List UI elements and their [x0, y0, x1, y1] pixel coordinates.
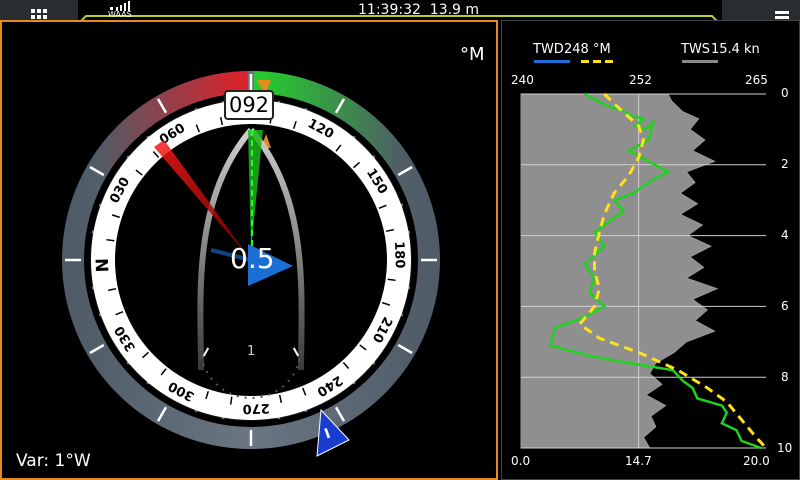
heading-readout: 092	[228, 93, 270, 117]
wind-history-chart[interactable]: TWD 248 °M TWS 15.4 kn 240 252 265 0 2 4…	[501, 20, 800, 480]
card-label: 180	[391, 241, 407, 269]
chart-legend: TWD 248 °M TWS 15.4 kn	[501, 20, 800, 70]
heading-box[interactable]: 092	[224, 90, 274, 120]
gps-label: WAAS	[108, 10, 132, 19]
legend-tws-value: 15.4	[711, 42, 740, 57]
clock: 11:39:32	[358, 2, 421, 18]
tws-axis-min: 0.0	[511, 454, 531, 468]
gps-status: WAAS	[108, 1, 138, 19]
tws-axis-mid: 14.7	[625, 454, 652, 468]
legend-twd-swatch	[534, 60, 570, 63]
time-tick-10: 10	[777, 441, 793, 455]
legend-tws-swatch	[682, 60, 718, 63]
time-tick-4: 4	[781, 228, 789, 242]
legend-twd-unit: °M	[593, 42, 611, 57]
depth-readout: 13.9 m	[429, 2, 480, 18]
tws-axis-max: 20.0	[743, 454, 770, 468]
twd-axis-min: 240	[511, 73, 534, 87]
legend-avg-swatch	[581, 60, 613, 63]
twd-axis-max: 265	[745, 73, 768, 87]
legend-tws-label: TWS	[681, 42, 711, 57]
laylines-scale-label: 1	[247, 344, 256, 359]
time-tick-2: 2	[781, 157, 789, 171]
card-label: N	[93, 258, 113, 273]
status-readout: 11:39:32 13.9 m	[358, 2, 479, 18]
heading-unit: °M	[460, 44, 485, 65]
time-tick-6: 6	[781, 299, 789, 313]
speed-readout: 0.5	[230, 242, 275, 275]
variation-label: Var: 1°W	[16, 451, 91, 471]
time-tick-8: 8	[781, 370, 789, 384]
card-label: 270	[242, 400, 270, 416]
twd-axis-mid: 252	[629, 73, 652, 87]
sailsteer-panel[interactable]: N 030 060 120 150 180 210 240 270 300 330 I °M 092 …	[0, 20, 498, 480]
time-tick-0: 0	[781, 86, 789, 100]
wind-chart-plot	[520, 92, 768, 450]
legend-twd-label: TWD	[533, 42, 564, 57]
legend-tws-unit: kn	[744, 42, 760, 57]
legend-twd-value: 248	[564, 42, 589, 57]
